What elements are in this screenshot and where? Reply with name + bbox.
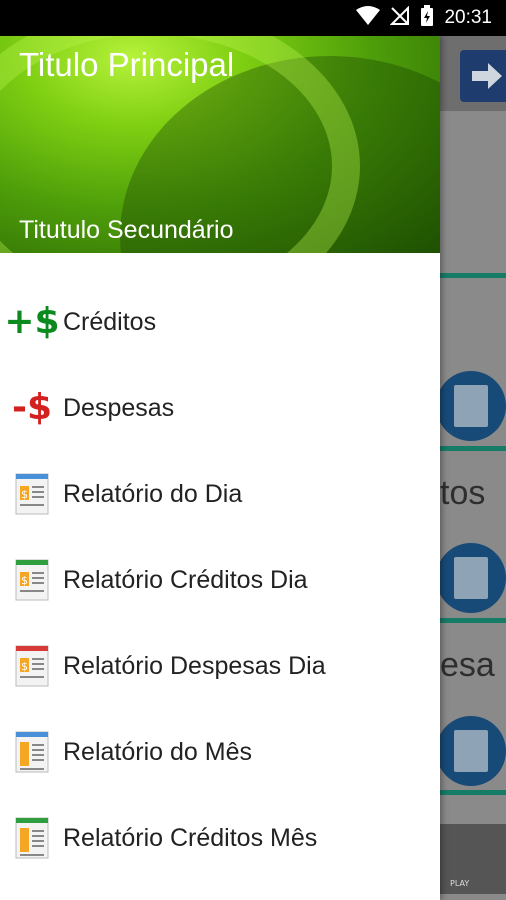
drawer-menu: +$ Créditos -$ Despesas $ Relatório do D… (0, 279, 440, 881)
background-text: esa (440, 646, 495, 684)
menu-item-label: Créditos (63, 307, 157, 336)
play-label: PLAY (450, 879, 470, 888)
report-icon: $ (8, 470, 56, 518)
status-bar: 20:31 (0, 0, 506, 36)
menu-item-label: Relatório Créditos Mês (63, 823, 318, 852)
menu-item-label: Despesas (63, 393, 175, 422)
menu-item-relatorio-dia[interactable]: $ Relatório do Dia (0, 451, 440, 537)
svg-text:$: $ (21, 660, 28, 673)
play-badge-image: PLAY (440, 824, 506, 894)
report-month-icon (8, 728, 56, 776)
document-circle-icon (436, 543, 506, 613)
menu-item-relatorio-mes[interactable]: Relatório do Mês (0, 709, 440, 795)
battery-charging-icon (420, 5, 434, 31)
menu-item-relatorio-creditos-mes[interactable]: Relatório Créditos Mês (0, 795, 440, 881)
document-circle-icon (436, 716, 506, 786)
menu-item-label: Relatório do Mês (63, 737, 252, 766)
menu-item-relatorio-despesas-dia[interactable]: $ Relatório Despesas Dia (0, 623, 440, 709)
report-credit-icon: $ (8, 556, 56, 604)
menu-item-label: Relatório do Dia (63, 479, 243, 508)
menu-item-despesas[interactable]: -$ Despesas (0, 365, 440, 451)
no-signal-icon (390, 5, 410, 30)
drawer-title: Titulo Principal (19, 46, 235, 83)
dollar-plus-icon: +$ (4, 301, 60, 342)
menu-item-label: Relatório Despesas Dia (63, 651, 326, 680)
report-expense-icon: $ (8, 642, 56, 690)
menu-item-label: Relatório Créditos Dia (63, 565, 308, 594)
svg-text:$: $ (21, 574, 28, 587)
svg-text:$: $ (21, 488, 28, 501)
drawer-subtitle: Titutulo Secundário (19, 216, 234, 244)
forward-arrow-button (460, 50, 506, 102)
menu-item-creditos[interactable]: +$ Créditos (0, 279, 440, 365)
status-time: 20:31 (444, 7, 492, 28)
navigation-drawer[interactable]: Titulo Principal Titutulo Secundário +$ … (0, 36, 440, 900)
background-text: tos (440, 474, 486, 512)
drawer-header: Titulo Principal Titutulo Secundário (0, 36, 440, 253)
document-circle-icon (436, 371, 506, 441)
report-credit-month-icon (8, 814, 56, 862)
menu-item-relatorio-creditos-dia[interactable]: $ Relatório Créditos Dia (0, 537, 440, 623)
dollar-minus-icon: -$ (12, 387, 52, 428)
wifi-icon (356, 6, 381, 30)
